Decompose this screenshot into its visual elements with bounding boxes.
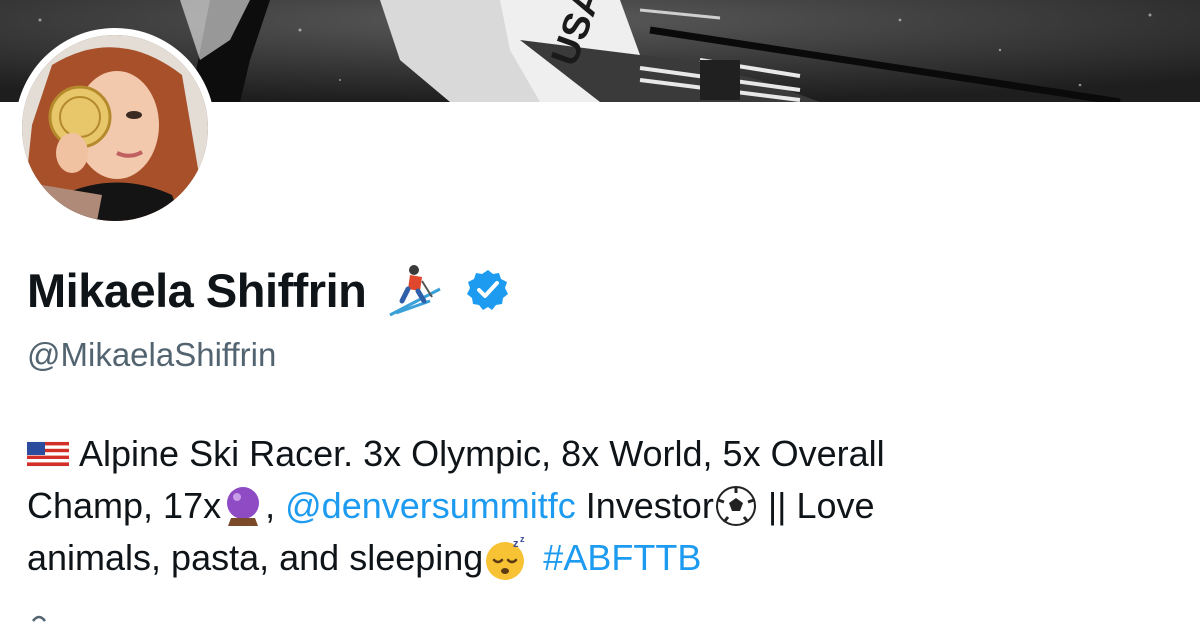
verified-badge-icon[interactable] [466, 268, 510, 312]
bio-text: animals, pasta, and sleeping [27, 537, 484, 578]
svg-text:z: z [520, 534, 525, 544]
name-row: Mikaela Shiffrin [27, 258, 510, 322]
crystal-ball-icon [227, 487, 260, 526]
us-flag-icon [27, 441, 69, 467]
bio-text: || Love [767, 485, 875, 526]
avatar[interactable] [22, 35, 208, 221]
avatar-image [22, 35, 208, 221]
bio-text: Investor [585, 485, 714, 526]
display-name: Mikaela Shiffrin [27, 263, 367, 317]
location-icon [32, 615, 46, 622]
bio-line-1: Alpine Ski Racer. 3x Olympic, 8x World, … [27, 428, 1177, 480]
bio: Alpine Ski Racer. 3x Olympic, 8x World, … [27, 428, 1177, 584]
skier-icon [389, 265, 442, 317]
user-handle: @MikaelaShiffrin [27, 336, 277, 373]
soccer-ball-icon [715, 486, 756, 526]
bio-text: Alpine Ski Racer. 3x Olympic, 8x World, … [79, 433, 885, 474]
bio-text: , [265, 485, 276, 526]
svg-text:z: z [513, 538, 519, 550]
hashtag-link[interactable]: #ABFTTB [543, 532, 701, 584]
bio-line-2: Champ, 17x , @denversummitfc Investor ||… [27, 480, 1177, 532]
bio-line-3: animals, pasta, and sleeping z z #ABFTTB [27, 532, 1177, 584]
sleeping-face-icon: z z [486, 534, 525, 580]
mention-link[interactable]: @denversummitfc [285, 480, 576, 532]
bio-text: Champ, 17x [27, 485, 222, 526]
avatar-frame [15, 28, 215, 228]
